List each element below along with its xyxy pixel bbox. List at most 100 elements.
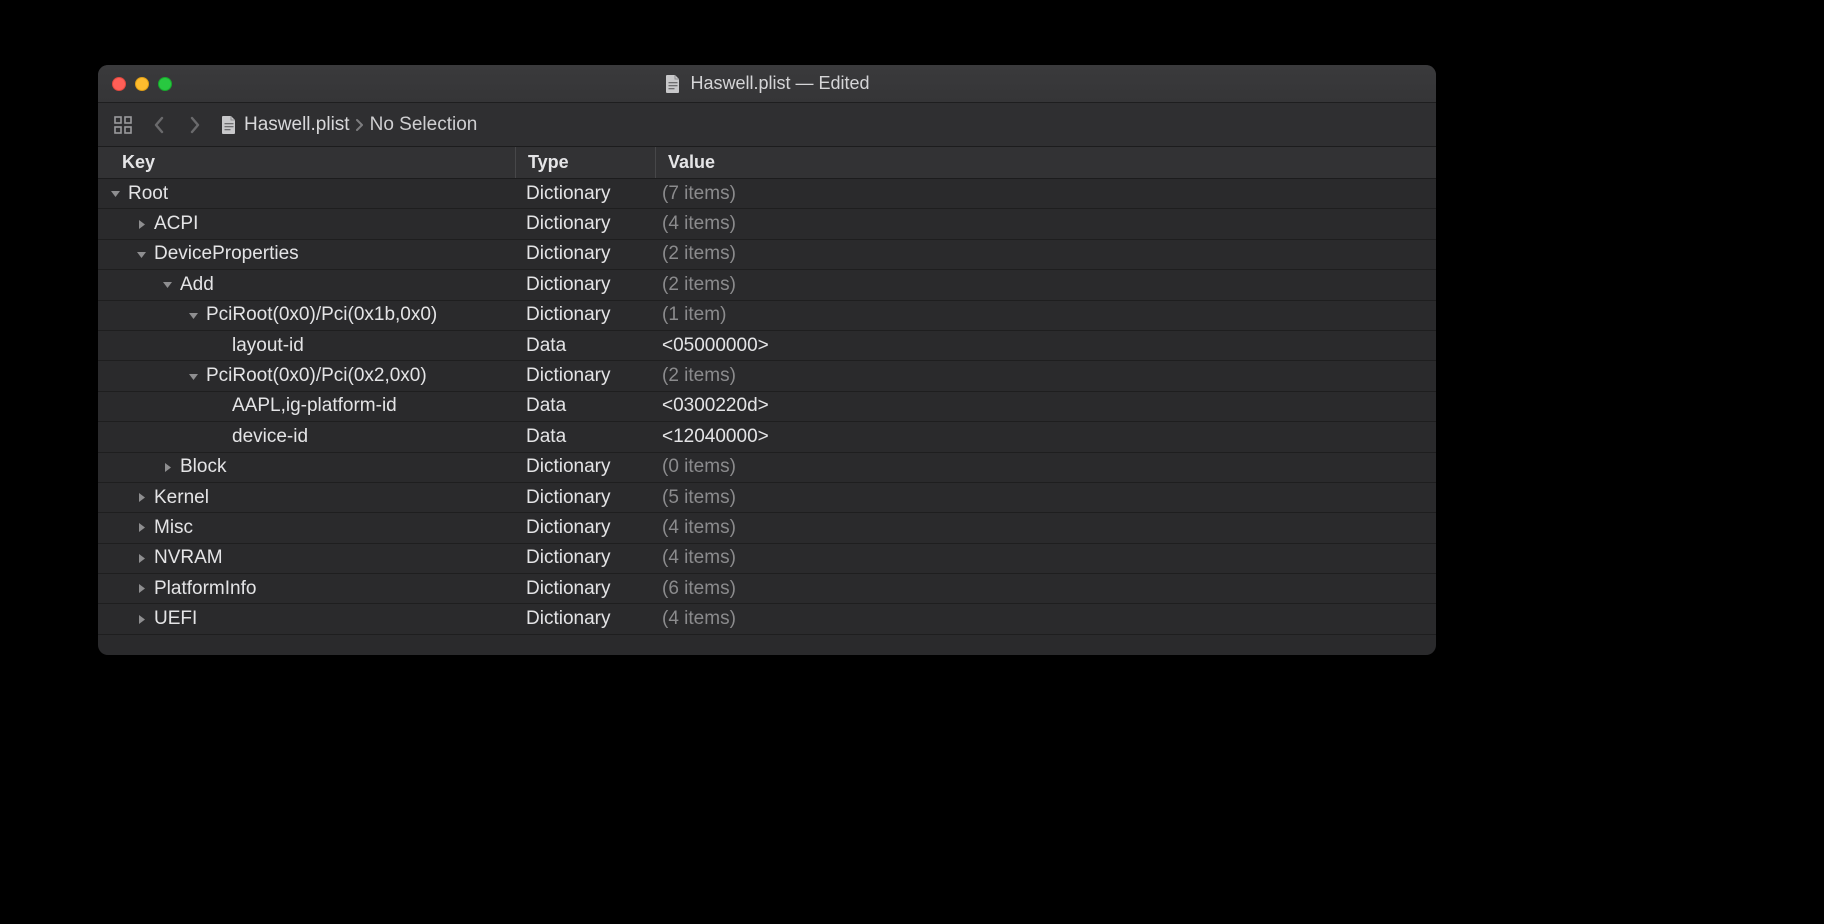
disclosure-triangle-icon[interactable] <box>160 460 174 474</box>
cell-key[interactable]: Add <box>98 274 516 296</box>
window-title: Haswell.plist — Edited <box>98 73 1436 94</box>
cell-key[interactable]: layout-id <box>98 335 516 357</box>
key-text: Kernel <box>154 487 209 509</box>
minimize-window-button[interactable] <box>135 77 149 91</box>
cell-type[interactable]: Data <box>516 426 656 448</box>
table-row[interactable]: RootDictionary(7 items) <box>98 179 1436 209</box>
cell-type[interactable]: Dictionary <box>516 304 656 326</box>
cell-key[interactable]: Kernel <box>98 487 516 509</box>
related-items-button[interactable] <box>108 110 138 140</box>
cell-key[interactable]: UEFI <box>98 608 516 630</box>
table-row[interactable]: ACPIDictionary(4 items) <box>98 209 1436 239</box>
table-row[interactable]: PciRoot(0x0)/Pci(0x1b,0x0)Dictionary(1 i… <box>98 301 1436 331</box>
key-text: AAPL,ig-platform-id <box>232 395 397 417</box>
cell-value[interactable]: (5 items) <box>656 487 1436 509</box>
table-row[interactable]: device-id Data<12040000> <box>98 422 1436 452</box>
cell-key[interactable]: PciRoot(0x0)/Pci(0x1b,0x0) <box>98 304 516 326</box>
key-text: Add <box>180 274 214 296</box>
key-text: PlatformInfo <box>154 578 256 600</box>
titlebar: Haswell.plist — Edited <box>98 65 1436 103</box>
cell-value[interactable]: (4 items) <box>656 547 1436 569</box>
cell-value[interactable]: (6 items) <box>656 578 1436 600</box>
cell-type[interactable]: Dictionary <box>516 547 656 569</box>
cell-type[interactable]: Dictionary <box>516 365 656 387</box>
disclosure-triangle-icon[interactable] <box>134 247 148 261</box>
chevron-right-icon <box>188 116 202 134</box>
disclosure-triangle-icon[interactable] <box>134 582 148 596</box>
breadcrumb: Haswell.plist No Selection <box>220 114 477 136</box>
cell-key[interactable]: NVRAM <box>98 547 516 569</box>
cell-value[interactable]: <12040000> <box>656 426 1436 448</box>
nav-forward-button[interactable] <box>180 110 210 140</box>
cell-value[interactable]: (2 items) <box>656 243 1436 265</box>
plist-outline[interactable]: RootDictionary(7 items)ACPIDictionary(4 … <box>98 179 1436 655</box>
disclosure-triangle-icon[interactable] <box>134 521 148 535</box>
window-controls <box>112 77 172 91</box>
plist-editor-window: Haswell.plist — Edited <box>98 65 1436 655</box>
table-row[interactable]: Kernel Dictionary(5 items) <box>98 483 1436 513</box>
cell-type[interactable]: Data <box>516 395 656 417</box>
disclosure-triangle-icon[interactable] <box>108 187 122 201</box>
cell-value[interactable]: (4 items) <box>656 517 1436 539</box>
cell-type[interactable]: Dictionary <box>516 274 656 296</box>
disclosure-triangle-icon[interactable] <box>134 612 148 626</box>
close-window-button[interactable] <box>112 77 126 91</box>
key-text: Block <box>180 456 226 478</box>
cell-value[interactable]: (2 items) <box>656 365 1436 387</box>
column-headers: Key Type Value <box>98 147 1436 179</box>
cell-value[interactable]: (0 items) <box>656 456 1436 478</box>
disclosure-triangle-icon[interactable] <box>186 308 200 322</box>
disclosure-triangle-icon[interactable] <box>186 369 200 383</box>
cell-type[interactable]: Dictionary <box>516 578 656 600</box>
breadcrumb-file[interactable]: Haswell.plist <box>244 114 350 136</box>
table-row[interactable]: Add Dictionary(2 items) <box>98 270 1436 300</box>
cell-value[interactable]: (2 items) <box>656 274 1436 296</box>
cell-key[interactable]: device-id <box>98 426 516 448</box>
cell-key[interactable]: PciRoot(0x0)/Pci(0x2,0x0) <box>98 365 516 387</box>
table-row[interactable]: NVRAMDictionary(4 items) <box>98 544 1436 574</box>
table-row[interactable]: Block Dictionary(0 items) <box>98 453 1436 483</box>
column-header-value[interactable]: Value <box>656 147 1436 178</box>
disclosure-triangle-icon[interactable] <box>134 551 148 565</box>
table-row[interactable]: UEFIDictionary(4 items) <box>98 604 1436 634</box>
cell-type[interactable]: Dictionary <box>516 487 656 509</box>
table-row[interactable]: DevicePropertiesDictionary(2 items) <box>98 240 1436 270</box>
cell-key[interactable]: Root <box>98 183 516 205</box>
table-row[interactable]: PciRoot(0x0)/Pci(0x2,0x0) Dictionary(2 it… <box>98 361 1436 391</box>
table-row[interactable]: PlatformInfo Dictionary(6 items) <box>98 574 1436 604</box>
cell-key[interactable]: ACPI <box>98 213 516 235</box>
zoom-window-button[interactable] <box>158 77 172 91</box>
cell-type[interactable]: Dictionary <box>516 608 656 630</box>
cell-key[interactable]: Misc <box>98 517 516 539</box>
cell-key[interactable]: PlatformInfo <box>98 578 516 600</box>
cell-type[interactable]: Dictionary <box>516 243 656 265</box>
disclosure-triangle-icon[interactable] <box>134 491 148 505</box>
chevron-left-icon <box>152 116 166 134</box>
table-row[interactable]: layout-idData<05000000> <box>98 331 1436 361</box>
cell-type[interactable]: Dictionary <box>516 213 656 235</box>
key-text: device-id <box>232 426 308 448</box>
cell-type[interactable]: Dictionary <box>516 183 656 205</box>
cell-type[interactable]: Data <box>516 335 656 357</box>
cell-value[interactable]: <0300220d> <box>656 395 1436 417</box>
disclosure-triangle-icon[interactable] <box>160 278 174 292</box>
cell-key[interactable]: DeviceProperties <box>98 243 516 265</box>
cell-value[interactable]: <05000000> <box>656 335 1436 357</box>
nav-back-button[interactable] <box>144 110 174 140</box>
cell-key[interactable]: Block <box>98 456 516 478</box>
disclosure-triangle-icon[interactable] <box>134 217 148 231</box>
table-row[interactable]: AAPL,ig-platform-id Data<0300220d> <box>98 392 1436 422</box>
key-text: PciRoot(0x0)/Pci(0x2,0x0) <box>206 365 427 387</box>
document-icon <box>664 74 682 94</box>
cell-key[interactable]: AAPL,ig-platform-id <box>98 395 516 417</box>
cell-value[interactable]: (7 items) <box>656 183 1436 205</box>
table-row[interactable]: MiscDictionary(4 items) <box>98 513 1436 543</box>
cell-value[interactable]: (4 items) <box>656 608 1436 630</box>
cell-type[interactable]: Dictionary <box>516 517 656 539</box>
column-header-key[interactable]: Key <box>98 147 516 178</box>
cell-value[interactable]: (4 items) <box>656 213 1436 235</box>
cell-type[interactable]: Dictionary <box>516 456 656 478</box>
cell-value[interactable]: (1 item) <box>656 304 1436 326</box>
breadcrumb-selection[interactable]: No Selection <box>370 114 478 136</box>
column-header-type[interactable]: Type <box>516 147 656 178</box>
